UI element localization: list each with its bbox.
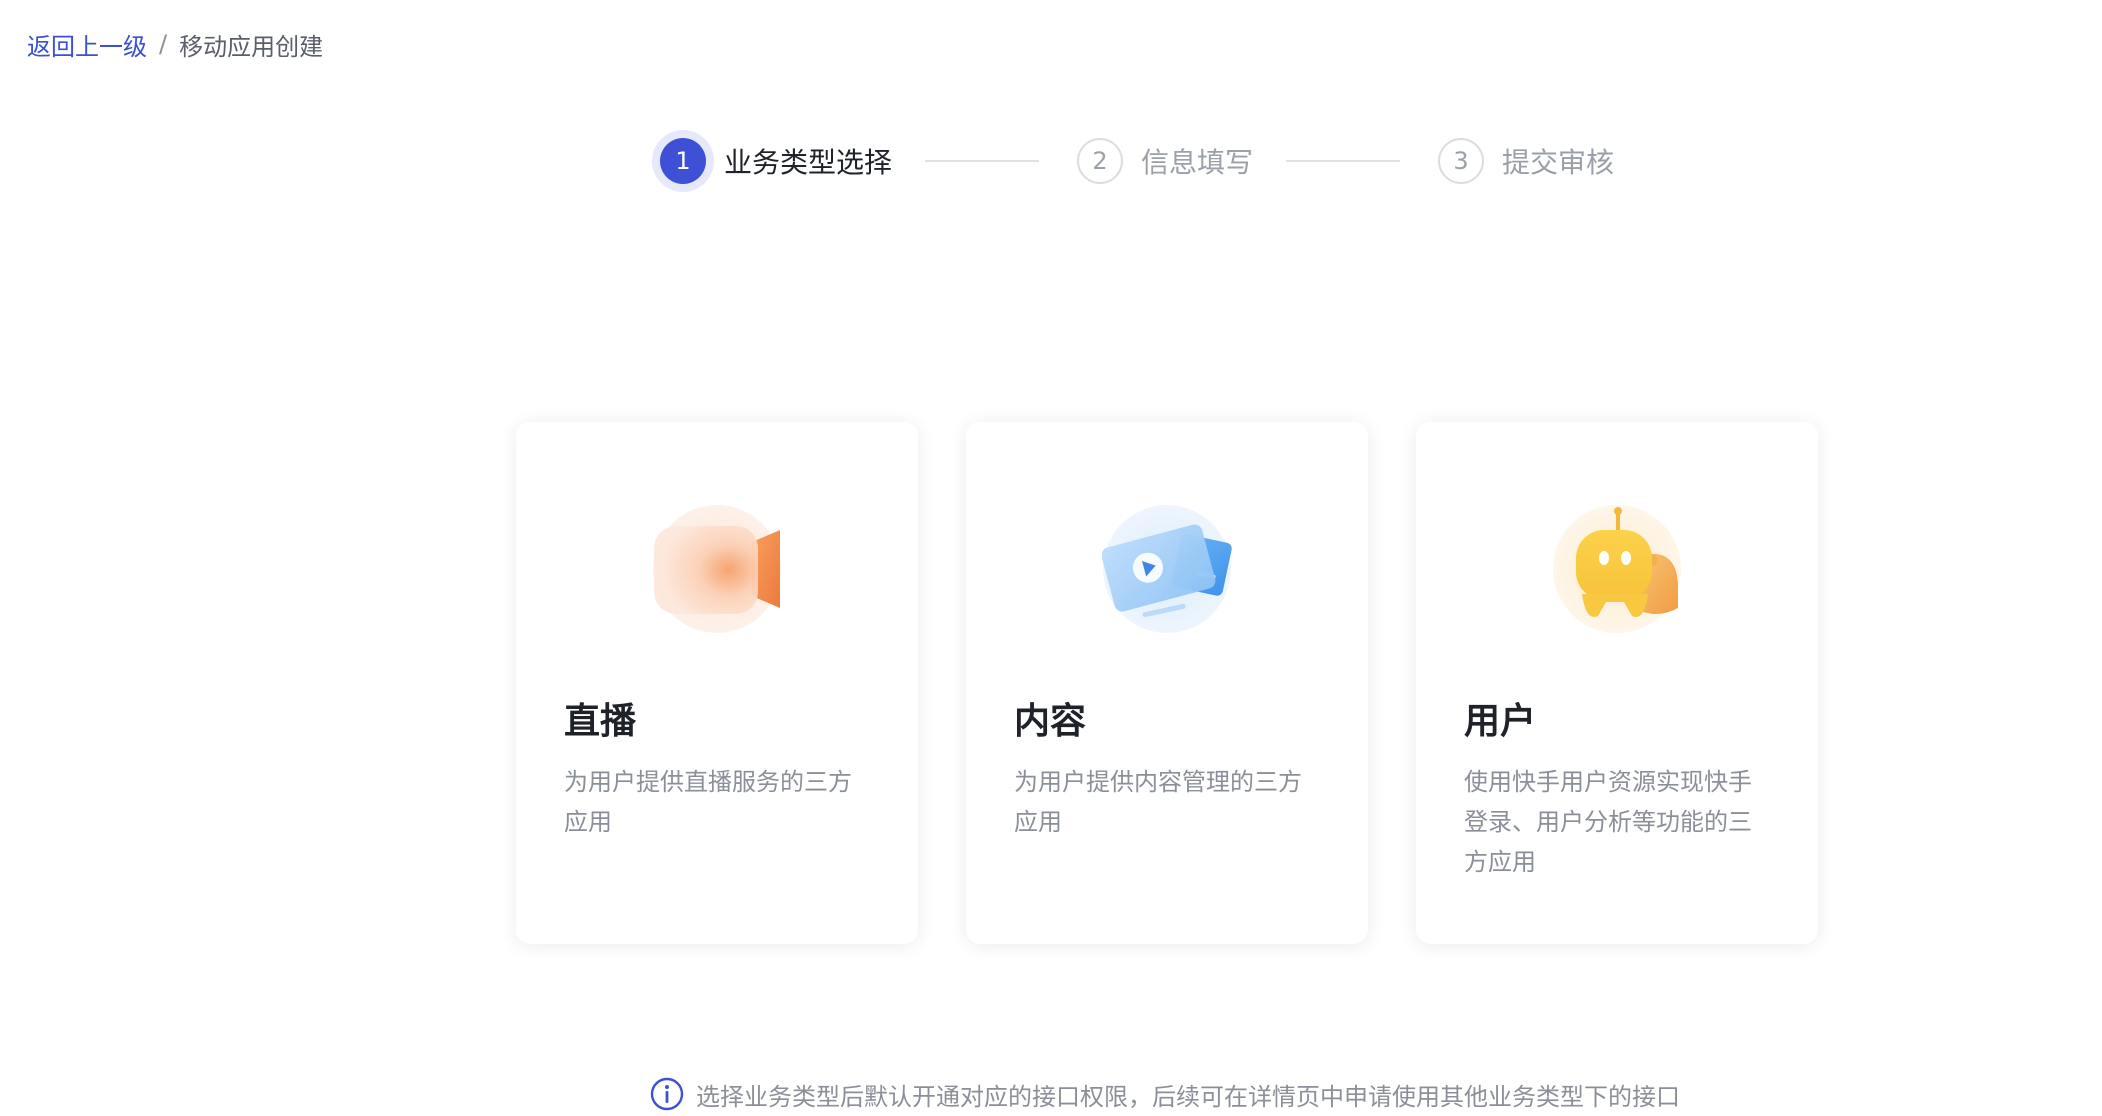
business-type-card-user[interactable]: 用户 使用快手用户资源实现快手登录、用户分析等功能的三方应用 <box>1416 422 1818 944</box>
step-3-label: 提交审核 <box>1502 146 1615 179</box>
step-2-number: 2 <box>1077 138 1124 184</box>
card-description: 为用户提供直播服务的三方应用 <box>564 768 852 836</box>
user-mascot-icon <box>1553 505 1681 633</box>
step-connector <box>1286 160 1401 162</box>
step-1: 1 业务类型选择 <box>652 138 892 184</box>
info-note: 选择业务类型后默认开通对应的接口权限，后续可在详情页中申请使用其他业务类型下的接… <box>650 1076 1680 1112</box>
info-circle-icon <box>650 1077 684 1111</box>
breadcrumb: 返回上一级 / 移动应用创建 <box>27 26 323 62</box>
breadcrumb-separator: / <box>159 30 168 58</box>
info-note-text: 选择业务类型后默认开通对应的接口权限，后续可在详情页中申请使用其他业务类型下的接… <box>696 1082 1680 1111</box>
step-1-number: 1 <box>660 138 706 184</box>
step-connector <box>925 160 1040 162</box>
business-type-card-live[interactable]: 直播 为用户提供直播服务的三方应用 <box>516 422 918 944</box>
card-title: 直播 <box>564 701 637 742</box>
card-title: 用户 <box>1464 701 1537 742</box>
card-description: 为用户提供内容管理的三方应用 <box>1014 768 1302 836</box>
back-link[interactable]: 返回上一级 <box>27 27 147 62</box>
step-1-label: 业务类型选择 <box>724 146 893 179</box>
content-cards-icon <box>1102 505 1232 633</box>
card-description: 使用快手用户资源实现快手登录、用户分析等功能的三方应用 <box>1464 768 1752 876</box>
card-title: 内容 <box>1014 701 1087 742</box>
video-camera-icon <box>653 505 781 633</box>
business-type-card-content[interactable]: 内容 为用户提供内容管理的三方应用 <box>966 422 1368 944</box>
step-3-number: 3 <box>1438 138 1485 184</box>
step-3: 3 提交审核 <box>1438 138 1614 184</box>
breadcrumb-current: 移动应用创建 <box>179 32 324 61</box>
step-2: 2 信息填写 <box>1077 138 1253 184</box>
step-indicator: 1 业务类型选择 2 信息填写 3 提交审核 <box>652 131 1614 191</box>
step-2-label: 信息填写 <box>1141 146 1254 179</box>
